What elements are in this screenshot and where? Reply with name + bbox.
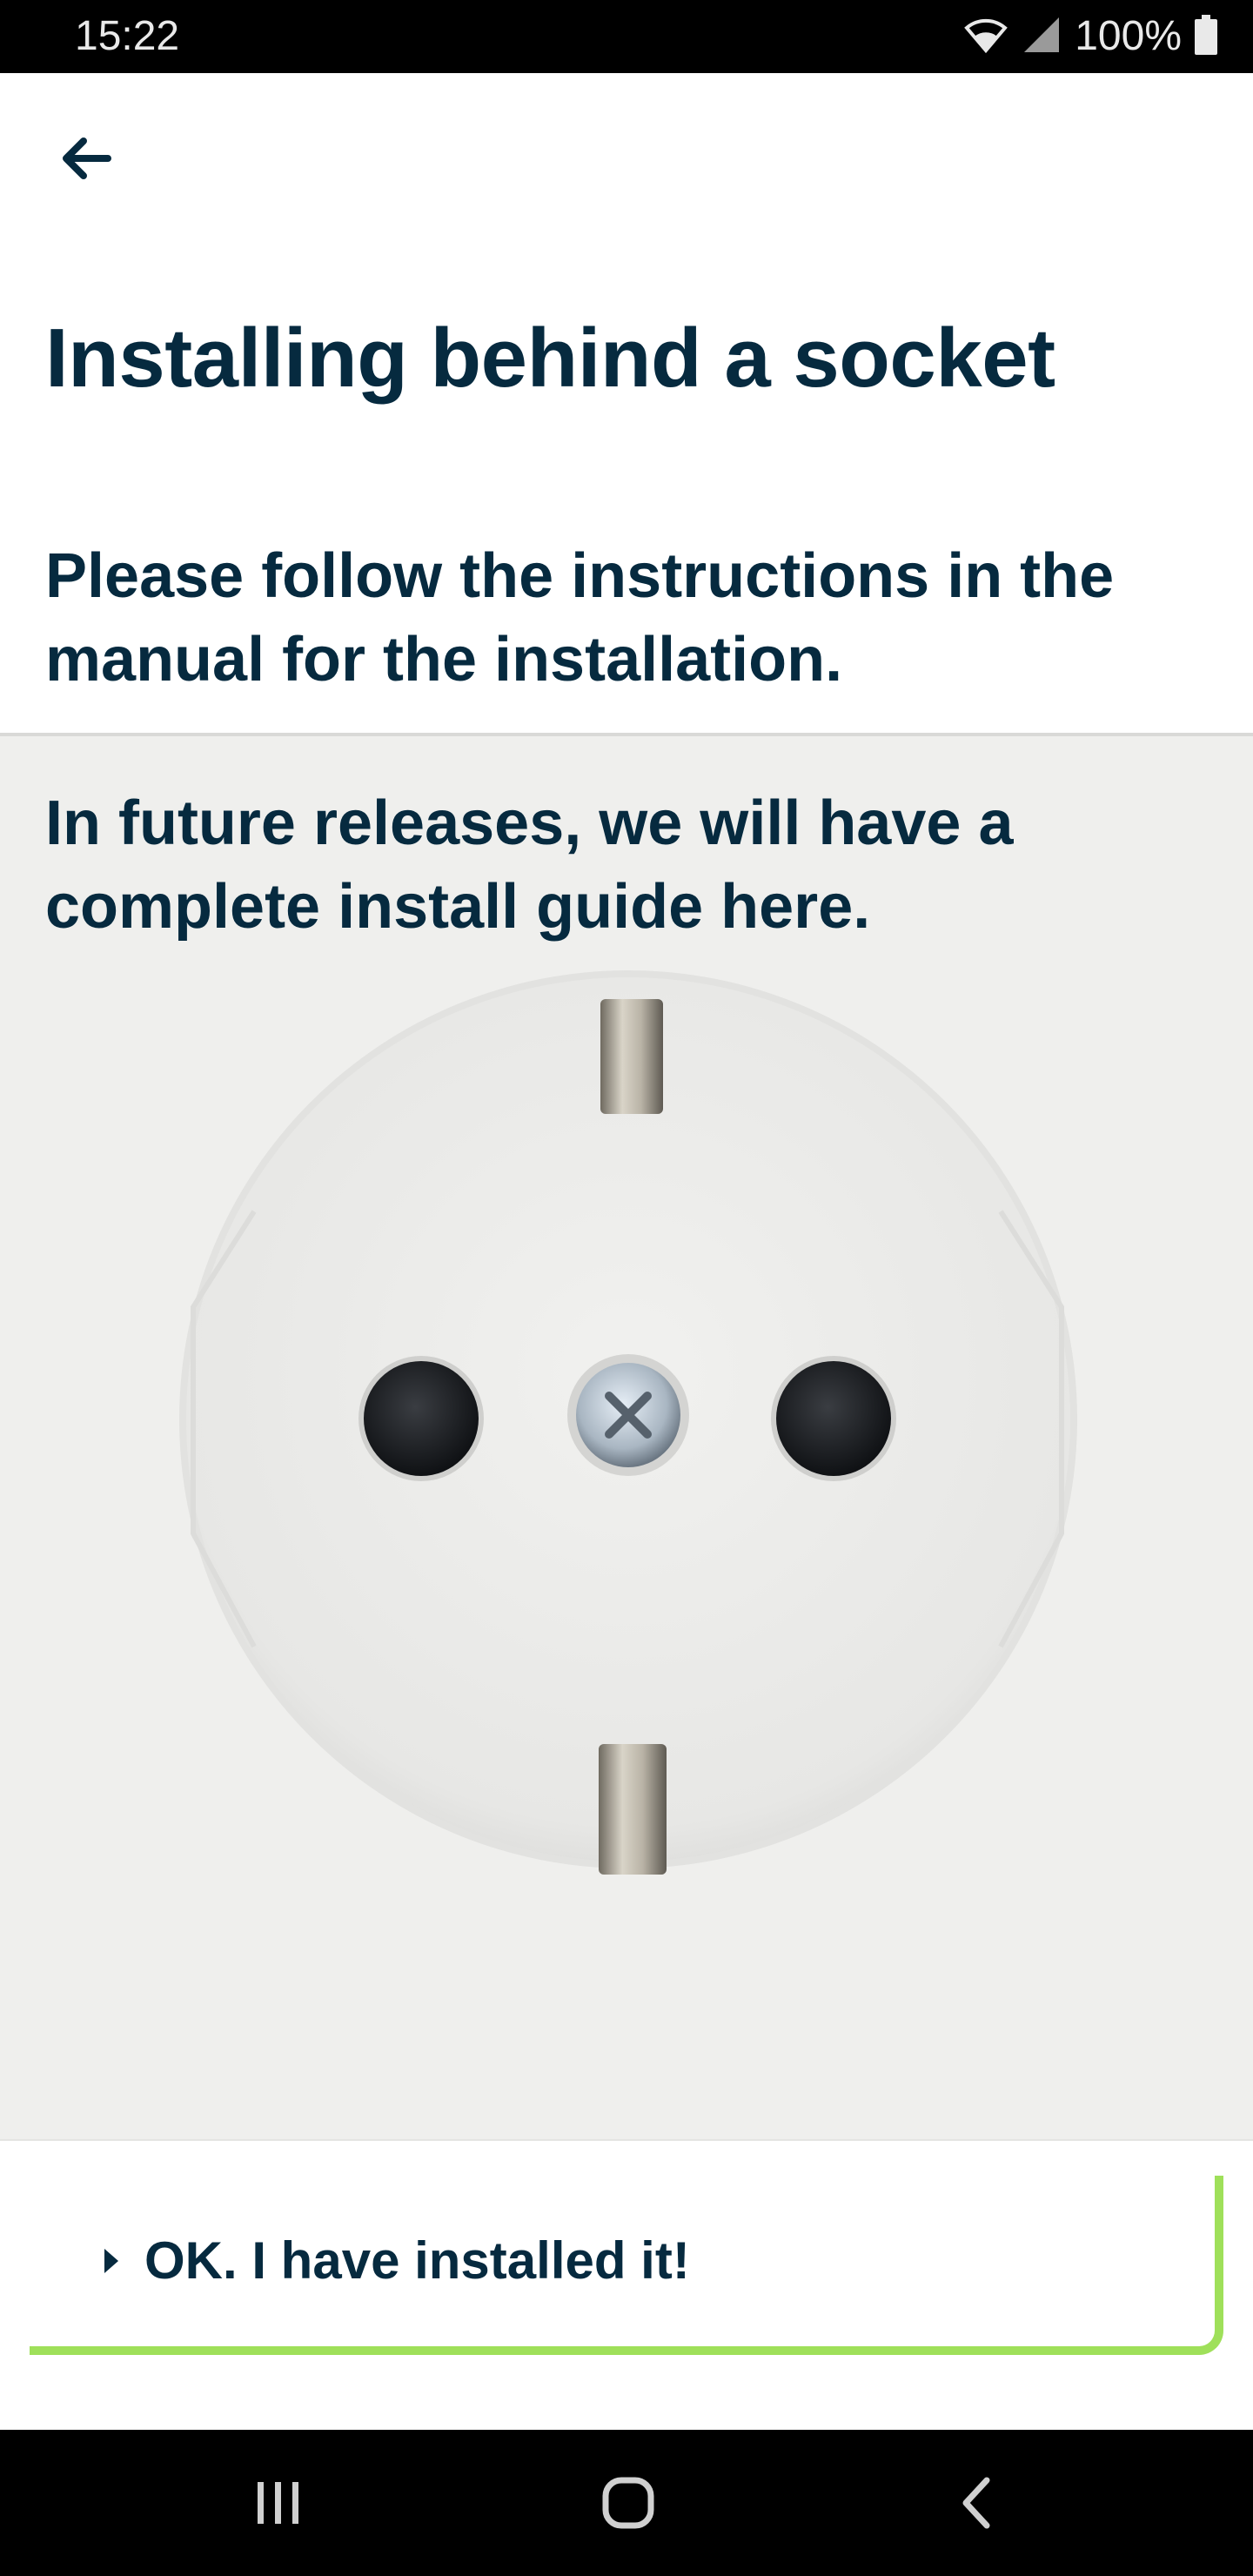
back-button[interactable]	[49, 122, 122, 195]
recent-apps-button[interactable]	[226, 2465, 331, 2541]
page-title: Installing behind a socket	[45, 312, 1055, 405]
confirm-installed-label: OK. I have installed it!	[144, 2231, 690, 2290]
home-button[interactable]	[576, 2465, 680, 2541]
status-time: 15:22	[75, 13, 180, 59]
battery-icon	[1194, 14, 1218, 60]
arrow-left-icon	[63, 138, 111, 179]
intro-text: Please follow the instructions in the ma…	[45, 541, 1115, 694]
status-icons: 100%	[963, 10, 1218, 63]
socket-image-area: In future releases, we will have a compl…	[0, 733, 1253, 2139]
future-note-text: In future releases, we will have a compl…	[45, 788, 1014, 942]
back-nav-button[interactable]	[926, 2465, 1030, 2541]
caret-right-icon	[104, 2249, 118, 2273]
recent-apps-icon	[258, 2482, 298, 2524]
action-area: OK. I have installed it!	[0, 2139, 1253, 2430]
system-nav-bar	[0, 2430, 1253, 2576]
cell-signal-icon	[1021, 14, 1062, 60]
back-nav-icon	[962, 2477, 990, 2529]
home-icon	[602, 2477, 654, 2529]
status-bar: 15:22 100%	[0, 0, 1253, 73]
wifi-icon	[963, 16, 1008, 58]
confirm-installed-button[interactable]: OK. I have installed it!	[30, 2176, 1223, 2355]
battery-percent: 100%	[1075, 13, 1182, 59]
